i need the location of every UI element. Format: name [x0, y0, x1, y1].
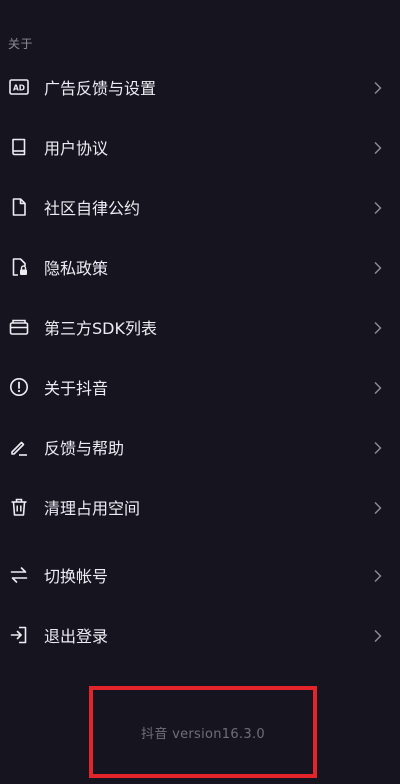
svg-text:AD: AD — [13, 83, 25, 92]
menu-item-logout[interactable]: 退出登录 — [0, 606, 400, 664]
chevron-right-icon — [372, 628, 384, 642]
chevron-right-icon — [372, 320, 384, 334]
menu-item-privacy-policy[interactable]: 隐私政策 — [0, 238, 400, 296]
menu-item-label: 广告反馈与设置 — [44, 79, 157, 98]
section-title-about: 关于 — [8, 37, 34, 51]
menu-item-label: 社区自律公约 — [44, 199, 141, 218]
menu-item-label: 退出登录 — [44, 627, 109, 646]
book-icon — [9, 137, 29, 157]
trash-icon — [9, 497, 29, 517]
chevron-right-icon — [372, 440, 384, 454]
box-icon — [9, 317, 29, 337]
menu-item-label: 隐私政策 — [44, 259, 109, 278]
logout-icon — [9, 625, 29, 645]
menu-item-user-agreement[interactable]: 用户协议 — [0, 118, 400, 176]
menu-item-label: 切换帐号 — [44, 567, 109, 586]
swap-arrows-icon — [9, 565, 29, 585]
privacy-lock-icon — [9, 257, 29, 277]
menu-item-label: 清理占用空间 — [44, 499, 141, 518]
version-highlight-box: 抖音 version16.3.0 — [89, 686, 317, 778]
chevron-right-icon — [372, 80, 384, 94]
menu-item-switch-account[interactable]: 切换帐号 — [0, 546, 400, 604]
menu-item-community-guidelines[interactable]: 社区自律公约 — [0, 178, 400, 236]
chevron-right-icon — [372, 380, 384, 394]
pencil-icon — [9, 437, 29, 457]
menu-item-about-douyin[interactable]: 关于抖音 — [0, 358, 400, 416]
chevron-right-icon — [372, 200, 384, 214]
menu-item-feedback-help[interactable]: 反馈与帮助 — [0, 418, 400, 476]
menu-item-third-party-sdk[interactable]: 第三方SDK列表 — [0, 298, 400, 356]
menu-item-label: 关于抖音 — [44, 379, 109, 398]
document-icon — [9, 197, 29, 217]
menu-item-label: 反馈与帮助 — [44, 439, 125, 458]
menu-item-label: 第三方SDK列表 — [44, 319, 157, 338]
chevron-right-icon — [372, 260, 384, 274]
app-version-text: 抖音 version16.3.0 — [141, 726, 265, 742]
menu-item-ad-feedback[interactable]: AD 广告反馈与设置 — [0, 58, 400, 116]
menu-item-label: 用户协议 — [44, 139, 109, 158]
chevron-right-icon — [372, 140, 384, 154]
info-exclamation-icon — [9, 377, 29, 397]
chevron-right-icon — [372, 500, 384, 514]
chevron-right-icon — [372, 568, 384, 582]
menu-item-clear-storage[interactable]: 清理占用空间 — [0, 478, 400, 536]
ad-icon: AD — [9, 77, 29, 97]
